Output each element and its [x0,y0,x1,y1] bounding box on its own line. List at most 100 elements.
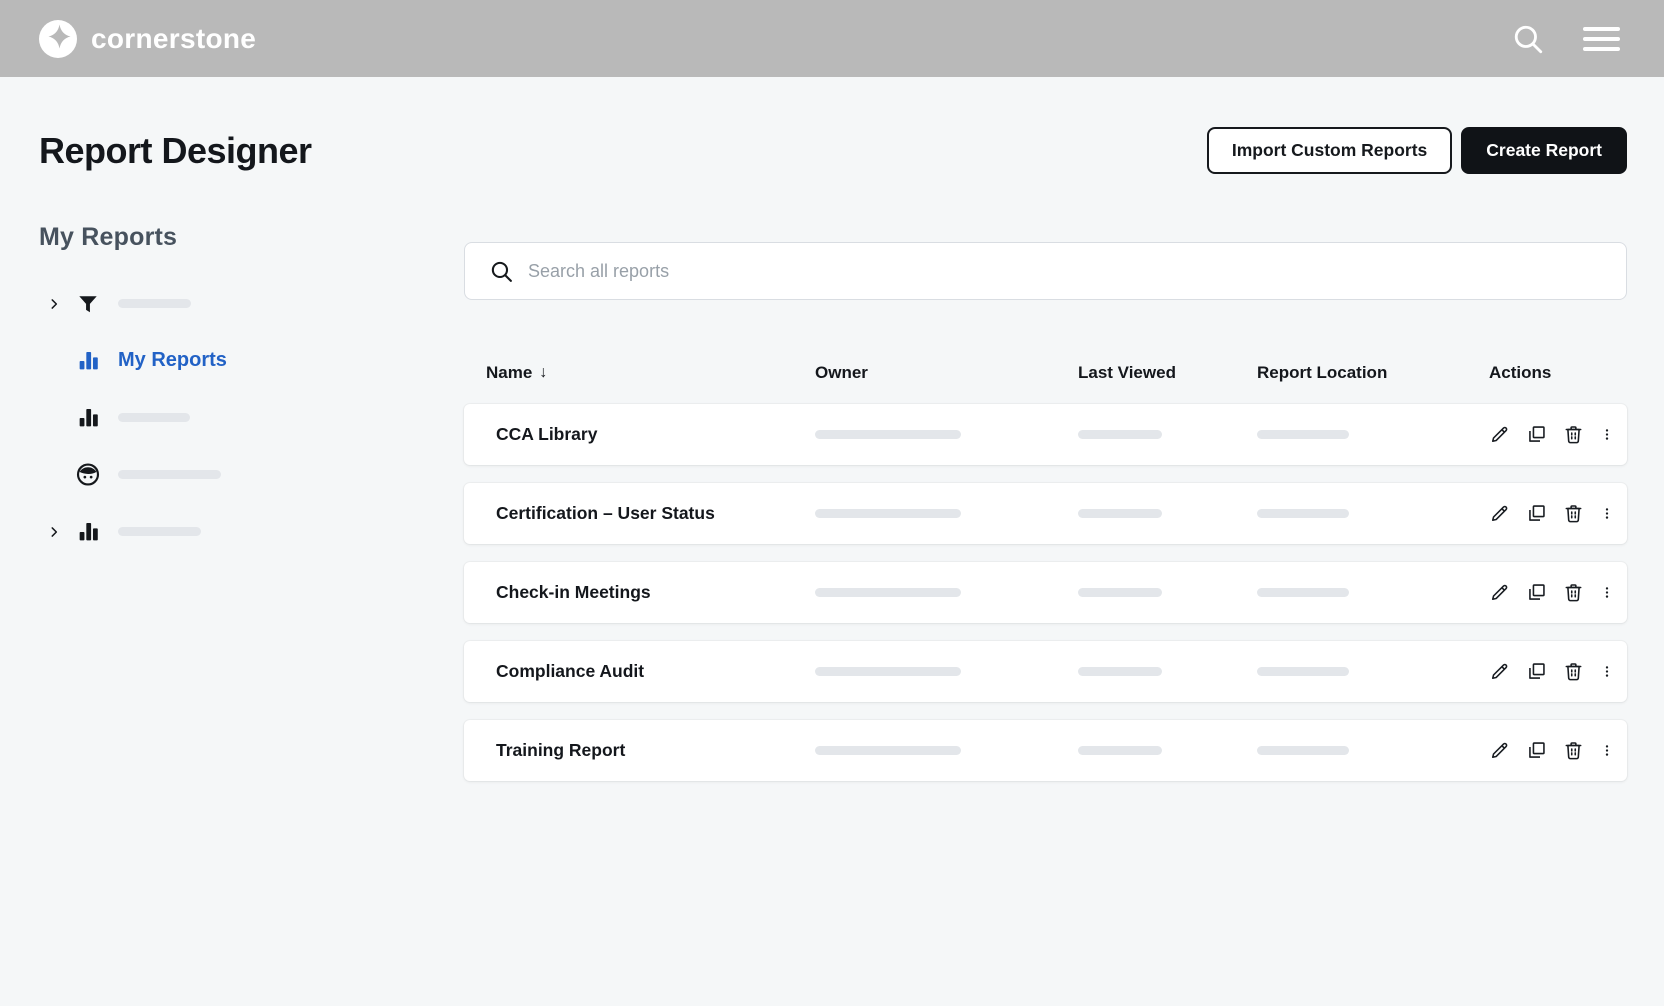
search-icon [1514,25,1543,53]
report-row[interactable]: Certification – User Status [464,483,1627,544]
edit-report-button[interactable] [1489,424,1510,445]
owner-placeholder-bar [815,429,961,439]
pencil-icon [1491,584,1508,601]
bar-chart-icon [75,519,101,544]
delete-report-button[interactable] [1563,582,1584,603]
placeholder-text-bar [118,299,191,308]
trash-icon [1565,663,1582,681]
sidebar-item-people[interactable] [39,446,464,503]
report-row[interactable]: Check-in Meetings [464,562,1627,623]
duplicate-report-button[interactable] [1526,582,1547,603]
hamburger-menu-icon [1583,26,1620,31]
report-name: Certification – User Status [496,503,715,523]
sidebar-item-filters[interactable] [39,275,464,332]
chevron-right-icon[interactable] [47,525,61,539]
more-actions-button[interactable] [1600,503,1614,524]
topbar: cornerstone [0,0,1664,77]
last-viewed-placeholder-bar [1078,587,1162,597]
column-header-last-viewed: Last Viewed [1078,363,1176,382]
edit-report-button[interactable] [1489,661,1510,682]
menu-button[interactable] [1583,26,1620,51]
report-location-placeholder-bar [1257,587,1349,597]
report-location-placeholder-bar [1257,745,1349,755]
topbar-actions [1511,22,1620,56]
report-location-placeholder-bar [1257,508,1349,518]
bar-chart-icon [75,405,101,430]
kebab-menu-icon [1605,508,1609,519]
report-name: Training Report [496,740,626,760]
kebab-menu-icon [1605,745,1609,756]
create-report-button[interactable]: Create Report [1461,127,1627,174]
sidebar-item-group[interactable] [39,503,464,560]
copy-icon [1529,505,1545,521]
trash-icon [1565,505,1582,523]
sort-descending-icon: ↓ [539,364,548,381]
delete-report-button[interactable] [1563,503,1584,524]
report-row[interactable]: Compliance Audit [464,641,1627,702]
report-name: Check-in Meetings [496,582,651,602]
placeholder-text-bar [118,470,221,479]
page-title: Report Designer [39,129,312,171]
sidebar: My Reports My Reports [39,174,464,799]
report-location-placeholder-bar [1257,666,1349,676]
row-actions [1489,503,1627,524]
duplicate-report-button[interactable] [1526,740,1547,761]
global-search-button[interactable] [1511,22,1545,56]
report-row[interactable]: Training Report [464,720,1627,781]
owner-placeholder-bar [815,745,961,755]
owner-placeholder-bar [815,587,961,597]
trash-icon [1565,584,1582,602]
chevron-right-icon[interactable] [47,297,61,311]
copy-icon [1529,663,1545,679]
sidebar-item-report[interactable] [39,389,464,446]
pencil-icon [1491,505,1508,522]
cornerstone-logo-icon [39,19,77,58]
edit-report-button[interactable] [1489,740,1510,761]
more-actions-button[interactable] [1600,582,1614,603]
duplicate-report-button[interactable] [1526,424,1547,445]
last-viewed-placeholder-bar [1078,745,1162,755]
report-name: CCA Library [496,424,598,444]
report-designer-page: cornerstone Report Designer Import Custo… [0,0,1664,1006]
header-actions: Import Custom Reports Create Report [1206,127,1627,174]
last-viewed-placeholder-bar [1078,666,1162,676]
kebab-menu-icon [1605,666,1609,677]
report-folder-tree: My Reports [39,275,464,560]
more-actions-button[interactable] [1600,740,1614,761]
column-header-name[interactable]: Name ↓ [464,363,815,383]
duplicate-report-button[interactable] [1526,503,1547,524]
trash-icon [1565,426,1582,444]
sidebar-item-my-reports[interactable]: My Reports [39,332,464,389]
report-name: Compliance Audit [496,661,645,681]
table-header: Name ↓ Owner Last Viewed Report Location… [464,363,1627,383]
pencil-icon [1491,426,1508,443]
import-custom-reports-button[interactable]: Import Custom Reports [1206,127,1453,174]
copy-icon [1529,426,1545,442]
delete-report-button[interactable] [1563,424,1584,445]
face-icon [75,461,101,488]
delete-report-button[interactable] [1563,740,1584,761]
report-row[interactable]: CCA Library [464,404,1627,465]
row-actions [1489,582,1627,603]
owner-placeholder-bar [815,508,961,518]
brand-link[interactable]: cornerstone [38,19,256,59]
copy-icon [1529,584,1545,600]
report-list: CCA Library Certification – User Status … [464,404,1627,781]
copy-icon [1529,742,1545,758]
edit-report-button[interactable] [1489,582,1510,603]
more-actions-button[interactable] [1600,661,1614,682]
row-actions [1489,424,1627,445]
edit-report-button[interactable] [1489,503,1510,524]
pencil-icon [1491,663,1508,680]
row-actions [1489,661,1627,682]
delete-report-button[interactable] [1563,661,1584,682]
search-input[interactable] [528,260,1602,282]
bar-chart-icon [75,348,101,373]
more-actions-button[interactable] [1600,424,1614,445]
sidebar-heading: My Reports [39,223,178,251]
row-actions [1489,740,1627,761]
duplicate-report-button[interactable] [1526,661,1547,682]
column-header-actions: Actions [1489,363,1552,382]
filter-icon [75,293,101,315]
column-header-owner: Owner [815,363,868,382]
